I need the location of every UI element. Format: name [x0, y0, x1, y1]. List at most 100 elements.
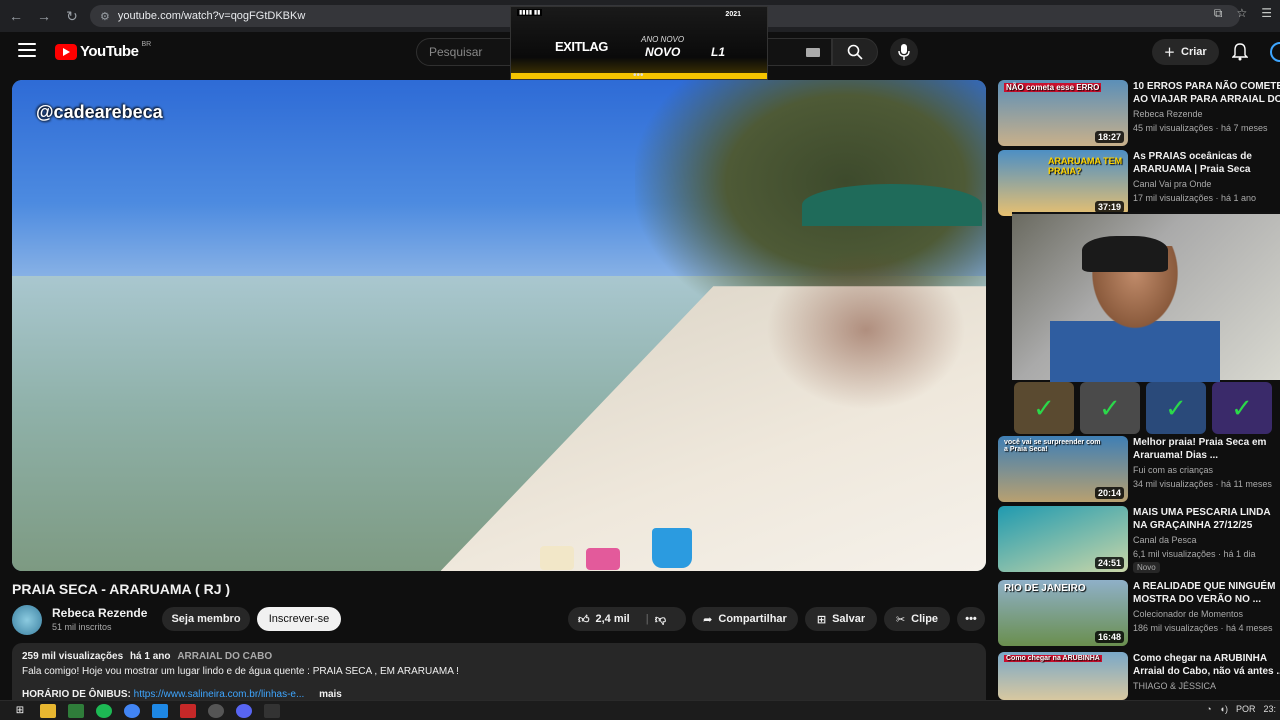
ad-brand: EXITLAG	[555, 39, 608, 54]
volume-icon[interactable]: ◖)	[1220, 704, 1228, 714]
cast-icon[interactable]: ⧉	[1214, 6, 1223, 21]
site-info-icon[interactable]: ⚙	[100, 10, 110, 23]
check-badge-icon: ✓	[1212, 382, 1272, 434]
voice-search-button[interactable]	[890, 38, 918, 66]
streamer-cap	[1082, 236, 1168, 272]
discord-icon[interactable]	[236, 703, 252, 718]
app-icon[interactable]	[68, 703, 84, 718]
reload-icon[interactable]: ↻	[60, 4, 84, 28]
dislike-icon[interactable]: 👎︎	[655, 613, 666, 626]
more-icon: •••	[965, 613, 977, 625]
bus-schedule-link[interactable]: https://www.salineira.com.br/linhas-e...	[134, 689, 305, 700]
recommendation-title[interactable]: As PRAIAS oceânicas de ARARUAMA | Praia S…	[1133, 150, 1280, 176]
save-button[interactable]: ⊞ Salvar	[805, 607, 877, 631]
video-bucket-pink	[586, 548, 620, 570]
channel-name[interactable]: Rebeca Rezende	[52, 606, 147, 620]
app-icon[interactable]	[152, 703, 168, 718]
subscribe-button[interactable]: Inscrever-se	[257, 607, 341, 631]
forward-arrow-icon[interactable]: →	[32, 4, 56, 28]
recommendation-channel: Colecionador de Momentos	[1133, 609, 1244, 619]
ad-badge: ▮▮▮▮ ▮▮	[517, 9, 543, 16]
check-badge-icon: ✓	[1014, 382, 1074, 434]
recommendation-item[interactable]: ARARUAMA TEM PRAIA? 37:19 As PRAIAS oceâ…	[998, 150, 1280, 216]
system-tray: ◔ ◖) POR 23:	[1206, 704, 1276, 714]
recommendation-title[interactable]: MAIS UMA PESCARIA LINDA NA GRAÇAINHA 27/1…	[1133, 506, 1280, 532]
clock[interactable]: 23:	[1263, 704, 1276, 714]
recommendation-thumbnail[interactable]: ARARUAMA TEM PRAIA? 37:19	[998, 150, 1128, 216]
video-bucket-white	[540, 546, 574, 570]
join-button[interactable]: Seja membro	[162, 607, 250, 631]
check-badge-icon: ✓	[1080, 382, 1140, 434]
recommendation-item[interactable]: você vai se surpreender com a Praia Seca…	[998, 436, 1280, 502]
like-icon[interactable]: 👍︎	[578, 613, 590, 626]
create-button[interactable]: ＋ Criar	[1152, 39, 1219, 65]
account-avatar[interactable]	[1270, 42, 1280, 62]
recommendation-thumbnail[interactable]: NÃO cometa esse ERRO 18:27	[998, 80, 1128, 146]
windows-start-icon[interactable]: ⊞	[12, 704, 28, 718]
subscriber-count: 51 mil inscritos	[52, 622, 112, 632]
location-tag[interactable]: ARRAIAL DO CABO	[177, 651, 272, 662]
spotify-icon[interactable]	[96, 703, 112, 718]
app-icon[interactable]	[180, 703, 196, 718]
recommendation-thumbnail[interactable]: RIO DE JANEIRO 16:48	[998, 580, 1128, 646]
channel-avatar[interactable]	[12, 605, 42, 635]
menu-icon[interactable]	[18, 43, 36, 57]
ad-top-right-text: 2021	[725, 11, 741, 18]
search-placeholder: Pesquisar	[429, 45, 483, 59]
file-explorer-icon[interactable]	[40, 703, 56, 718]
recommendation-item[interactable]: RIO DE JANEIRO 16:48 A REALIDADE QUE NIN…	[998, 580, 1280, 646]
description-text: Fala comigo! Hoje vou mostrar um lugar l…	[22, 666, 459, 677]
check-badge-icon: ✓	[1146, 382, 1206, 434]
duration-badge: 18:27	[1094, 131, 1124, 143]
share-button[interactable]: ➦ Compartilhar	[692, 607, 798, 631]
search-icon	[847, 44, 863, 60]
obs-icon[interactable]	[208, 703, 224, 718]
back-arrow-icon[interactable]: ←	[4, 4, 28, 28]
bookmark-star-icon[interactable]: ☆	[1236, 6, 1247, 21]
ad-subtitle: ANO NOVO	[641, 35, 685, 44]
notifications-bell-icon[interactable]	[1230, 42, 1250, 62]
create-label: Criar	[1181, 46, 1207, 58]
plus-icon: ＋	[1164, 47, 1175, 59]
recommendation-item[interactable]: Como chegar na ARUBINHA Como chegar na A…	[998, 652, 1280, 700]
network-icon[interactable]: ◔	[1206, 704, 1211, 714]
video-watermark: @cadearebeca	[36, 102, 163, 122]
video-player[interactable]: @cadearebeca	[12, 80, 986, 571]
description-box[interactable]: 259 mil visualizações há 1 ano ARRAIAL D…	[12, 643, 986, 700]
ad-more-icon[interactable]: •••	[633, 70, 644, 79]
search-button[interactable]	[832, 38, 878, 66]
recommendation-channel: Canal da Pesca	[1133, 535, 1197, 545]
youtube-logo[interactable]: YouTube BR	[55, 41, 151, 60]
microphone-icon	[898, 44, 910, 60]
like-count[interactable]: 2,4 mil	[596, 613, 630, 625]
video-title: PRAIA SECA - ARARUAMA ( RJ )	[12, 581, 231, 597]
recommendation-channel: Rebeca Rezende	[1133, 109, 1203, 119]
app-icon[interactable]	[264, 703, 280, 718]
more-link[interactable]: mais	[319, 689, 342, 700]
recommendation-title[interactable]: Como chegar na ARUBINHA Arraial do Cabo, …	[1133, 652, 1280, 678]
chrome-icon[interactable]	[124, 703, 140, 718]
recommendation-title[interactable]: A REALIDADE QUE NINGUÉM MOSTRA DO VERÃO N…	[1133, 580, 1280, 606]
scissors-icon: ✂	[895, 613, 906, 626]
reading-list-icon[interactable]: ☰	[1261, 6, 1272, 21]
url-text: youtube.com/watch?v=qogFGtDKBKw	[117, 10, 306, 22]
recommendation-thumbnail[interactable]: Como chegar na ARUBINHA	[998, 652, 1128, 700]
thumbnail-label: Como chegar na ARUBINHA	[1004, 655, 1102, 662]
more-actions-button[interactable]: •••	[957, 607, 985, 631]
recommendation-item[interactable]: NÃO cometa esse ERRO 18:27 10 ERROS PARA…	[998, 80, 1280, 146]
language-indicator[interactable]: POR	[1236, 704, 1256, 714]
duration-badge: 16:48	[1094, 631, 1124, 643]
recommendation-views: 17 mil visualizações · há 1 ano	[1133, 193, 1257, 203]
recommendation-title[interactable]: Melhor praia! Praia Seca em Araruama! Dia…	[1133, 436, 1280, 462]
recommendation-channel: THIAGO & JÉSSICA	[1133, 681, 1217, 691]
recommendation-item[interactable]: 24:51 MAIS UMA PESCARIA LINDA NA GRAÇAINH…	[998, 506, 1280, 573]
keyboard-icon[interactable]	[806, 48, 820, 57]
duration-badge: 24:51	[1094, 557, 1124, 569]
clip-button[interactable]: ✂ Clipe	[884, 607, 950, 631]
recommendation-thumbnail[interactable]: você vai se surpreender com a Praia Seca…	[998, 436, 1128, 502]
like-divider: |	[645, 613, 649, 625]
recommendation-title[interactable]: 10 ERROS PARA NÃO COMETER AO VIAJAR PARA …	[1133, 80, 1280, 106]
clip-label: Clipe	[911, 613, 939, 625]
recommendation-thumbnail[interactable]: 24:51	[998, 506, 1128, 572]
upload-age: há 1 ano	[129, 651, 171, 662]
